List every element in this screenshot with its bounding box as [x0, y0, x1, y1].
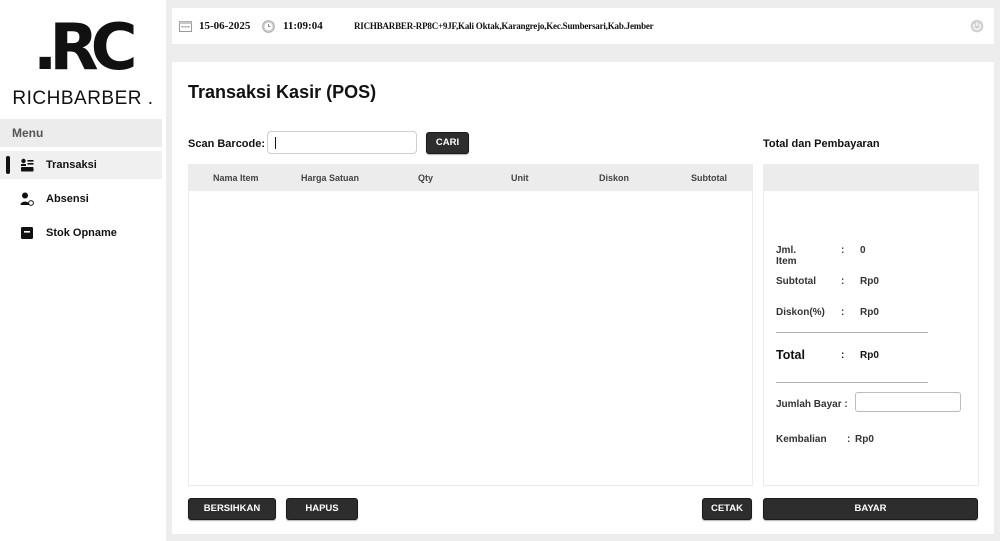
- jml-item-label: Jml. Item: [776, 245, 797, 267]
- brand-logo: .RC RICHBARBER .: [0, 14, 166, 114]
- kembalian-value: Rp0: [855, 434, 874, 445]
- column-header-unit: Unit: [511, 173, 529, 183]
- diskon-label: Diskon(%): [776, 307, 825, 318]
- separator: :: [841, 307, 845, 318]
- payment-summary: Jml. Item : 0 Subtotal : Rp0 Diskon(%) :…: [763, 190, 979, 486]
- top-bar: 15-06-2025 11:09:04 RICHBARBER-RP8C+9JF,…: [172, 8, 994, 44]
- print-button[interactable]: CETAK: [702, 498, 752, 520]
- current-date: 15-06-2025: [199, 20, 251, 32]
- jumlah-bayar-input[interactable]: [855, 392, 961, 412]
- page-title: Transaksi Kasir (POS): [188, 82, 377, 102]
- column-header-subtotal: Subtotal: [691, 173, 727, 183]
- items-table: Nama Item Harga Satuan Qty Unit Diskon S…: [188, 164, 753, 486]
- summary-divider: [776, 332, 928, 333]
- diskon-value: Rp0: [860, 307, 879, 318]
- jml-item-value: 0: [860, 245, 866, 256]
- column-header-nama-item: Nama Item: [213, 173, 259, 183]
- store-address: RICHBARBER-RP8C+9JF,Kali Oktak,Karangrej…: [354, 21, 654, 31]
- separator: :: [847, 434, 851, 445]
- scan-barcode-label: Scan Barcode:: [188, 138, 266, 150]
- pay-button[interactable]: BAYAR: [763, 498, 978, 520]
- scan-barcode-input[interactable]: [267, 131, 417, 154]
- column-header-harga-satuan: Harga Satuan: [301, 173, 360, 183]
- sidebar-item-label: Absensi: [46, 193, 89, 205]
- cashier-icon: [20, 158, 34, 172]
- total-label: Total: [776, 348, 805, 362]
- sidebar-item-stok-opname[interactable]: Stok Opname: [0, 219, 162, 247]
- subtotal-value: Rp0: [860, 276, 879, 287]
- table-header: Nama Item Harga Satuan Qty Unit Diskon S…: [188, 164, 753, 190]
- total-divider: [776, 382, 928, 383]
- logo-mark: .RC: [33, 11, 138, 85]
- sidebar: .RC RICHBARBER . Menu Transaksi Absensi …: [0, 0, 166, 541]
- column-header-qty: Qty: [418, 173, 434, 183]
- brand-name: RICHBARBER .: [12, 88, 154, 109]
- total-value: Rp0: [860, 350, 879, 361]
- sidebar-item-absensi[interactable]: Absensi: [0, 185, 162, 213]
- delete-button[interactable]: HAPUS: [286, 498, 358, 520]
- sidebar-item-label: Transaksi: [46, 159, 97, 171]
- clear-button[interactable]: BERSIHKAN: [188, 498, 276, 520]
- sidebar-item-label: Stok Opname: [46, 227, 117, 239]
- clock-icon: [262, 20, 275, 33]
- user-clock-icon: [20, 192, 34, 206]
- table-body[interactable]: [188, 190, 753, 486]
- sidebar-item-transaksi[interactable]: Transaksi: [0, 151, 162, 179]
- kembalian-label: Kembalian: [776, 434, 827, 445]
- calendar-icon: [179, 20, 192, 32]
- pos-panel: Transaksi Kasir (POS) Scan Barcode: CARI…: [172, 62, 994, 534]
- power-icon[interactable]: [970, 19, 984, 33]
- subtotal-label: Subtotal: [776, 276, 816, 287]
- payment-panel: Jml. Item : 0 Subtotal : Rp0 Diskon(%) :…: [763, 164, 979, 486]
- current-time: 11:09:04: [283, 20, 323, 32]
- separator: :: [841, 350, 845, 361]
- jumlah-bayar-label: Jumlah Bayar :: [776, 399, 848, 410]
- menu-header: Menu: [0, 119, 162, 147]
- archive-box-icon: [20, 226, 34, 240]
- active-indicator: [6, 156, 10, 174]
- payment-title: Total dan Pembayaran: [763, 138, 880, 150]
- separator: :: [841, 276, 845, 287]
- search-button[interactable]: CARI: [426, 132, 469, 154]
- separator: :: [841, 245, 845, 256]
- text-caret: [275, 137, 276, 149]
- column-header-diskon: Diskon: [599, 173, 630, 183]
